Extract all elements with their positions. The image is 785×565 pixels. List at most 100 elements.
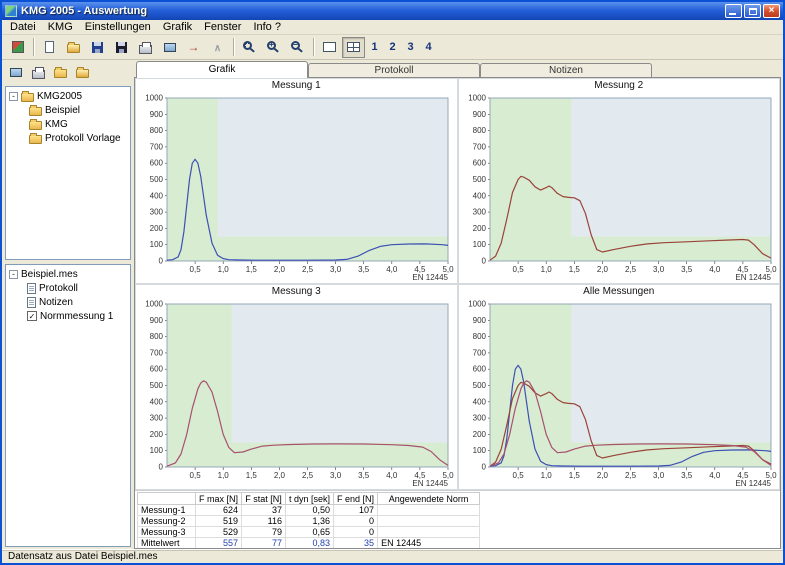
tree-item-normmessung-1[interactable]: ✓Normmessung 1: [7, 309, 129, 323]
svg-text:1,0: 1,0: [218, 471, 230, 480]
svg-text:500: 500: [472, 175, 486, 184]
tree-item-protokoll[interactable]: Protokoll: [7, 281, 129, 295]
svg-text:700: 700: [150, 142, 164, 151]
svg-text:700: 700: [150, 348, 164, 357]
folder-icon: [21, 93, 34, 102]
tree-item-beispiel[interactable]: Beispiel: [7, 103, 129, 117]
layout-single-button[interactable]: [318, 37, 341, 58]
folder-closed-button[interactable]: [50, 63, 70, 81]
file-open-button[interactable]: [62, 37, 85, 58]
table-cell: [378, 505, 480, 516]
svg-text:400: 400: [472, 191, 486, 200]
tree-item-kmg[interactable]: KMG: [7, 117, 129, 131]
svg-text:1000: 1000: [468, 94, 486, 103]
svg-text:4,0: 4,0: [709, 471, 721, 480]
table-header: F end [N]: [334, 493, 378, 505]
document-icon: [27, 283, 36, 294]
kmg-new-button[interactable]: [6, 37, 29, 58]
table-cell: EN 12445: [378, 538, 480, 549]
chart-plot: 010020030040050060070080090010000,51,01,…: [137, 93, 456, 282]
tab-grafik[interactable]: Grafik: [136, 61, 308, 78]
minimize-button[interactable]: [725, 4, 742, 18]
table-cell: 0,83: [286, 538, 334, 549]
save-button[interactable]: [86, 37, 109, 58]
menu-datei[interactable]: Datei: [4, 21, 42, 33]
checkbox-icon[interactable]: ✓: [27, 311, 37, 321]
folder-icon: [29, 121, 42, 130]
table-header: F stat [N]: [242, 493, 286, 505]
svg-text:EN 12445: EN 12445: [412, 273, 448, 282]
svg-text:2,5: 2,5: [624, 265, 636, 274]
table-cell: 557: [196, 538, 242, 549]
svg-text:1,0: 1,0: [540, 471, 552, 480]
tab-notizen[interactable]: Notizen: [480, 63, 652, 77]
save-all-button[interactable]: [110, 37, 133, 58]
table-header: Angewendete Norm: [378, 493, 480, 505]
menu-bar: DateiKMGEinstellungenGrafikFensterInfo ?: [2, 20, 783, 35]
layout-quad-button[interactable]: [342, 37, 365, 58]
svg-text:900: 900: [150, 316, 164, 325]
tree-expander-icon[interactable]: -: [9, 92, 18, 101]
print-preview-button[interactable]: [158, 37, 181, 58]
project-tree[interactable]: -KMG2005 BeispielKMGProtokoll Vorlage: [5, 86, 131, 260]
chart-plot: 010020030040050060070080090010000,51,01,…: [460, 299, 779, 488]
svg-text:700: 700: [472, 348, 486, 357]
svg-text:300: 300: [150, 414, 164, 423]
maximize-button[interactable]: [744, 4, 761, 18]
print-icon: [32, 70, 45, 79]
svg-text:200: 200: [150, 224, 164, 233]
table-cell: 37: [242, 505, 286, 516]
menu-info[interactable]: Info ?: [247, 21, 287, 33]
dataset-tree[interactable]: -Beispiel.mesProtokollNotizen✓Normmessun…: [5, 264, 131, 547]
title-bar[interactable]: KMG 2005 - Auswertung ×: [2, 2, 783, 20]
svg-text:300: 300: [472, 208, 486, 217]
preview-button[interactable]: [6, 63, 26, 81]
tree-item-kmg2005[interactable]: -KMG2005: [7, 89, 129, 103]
svg-text:EN 12445: EN 12445: [412, 479, 448, 488]
zoom-select-button[interactable]: [238, 37, 261, 58]
svg-text:2,5: 2,5: [302, 471, 314, 480]
tree-item-beispiel-mes[interactable]: -Beispiel.mes: [7, 267, 129, 281]
chart-panel-messung-1: Messung 1 010020030040050060070080090010…: [135, 78, 458, 284]
tree-expander-icon[interactable]: -: [9, 270, 18, 279]
tree-item-label: Beispiel: [45, 105, 80, 116]
view-4-button[interactable]: 4: [420, 37, 437, 58]
view-2-button[interactable]: 2: [384, 37, 401, 58]
view-3-button[interactable]: 3: [402, 37, 419, 58]
table-cell: 0: [334, 516, 378, 527]
menu-kmg[interactable]: KMG: [42, 21, 79, 33]
print-report-button[interactable]: [28, 63, 48, 81]
svg-text:1,0: 1,0: [540, 265, 552, 274]
status-text: Datensatz aus Datei Beispiel.mes: [8, 551, 158, 562]
table-row-messung-3: Messung-3529790,650: [138, 527, 480, 538]
tab-protokoll[interactable]: Protokoll: [308, 63, 480, 77]
view-1-button[interactable]: 1: [366, 37, 383, 58]
menu-einstellungen[interactable]: Einstellungen: [79, 21, 157, 33]
tree-item-protokoll-vorlage[interactable]: Protokoll Vorlage: [7, 131, 129, 145]
zoom-out-button[interactable]: [286, 37, 309, 58]
collapse-button[interactable]: [206, 37, 229, 58]
sidebar: -KMG2005 BeispielKMGProtokoll Vorlage -Be…: [2, 60, 133, 549]
svg-text:1,5: 1,5: [568, 471, 580, 480]
zoom-in-button[interactable]: [262, 37, 285, 58]
folder-open-icon: [67, 44, 80, 53]
folder-open-button[interactable]: [72, 63, 92, 81]
file-new-button[interactable]: [38, 37, 61, 58]
svg-text:500: 500: [150, 381, 164, 390]
print-button[interactable]: [134, 37, 157, 58]
chart-grid: Messung 1 010020030040050060070080090010…: [135, 78, 780, 490]
export-button[interactable]: [182, 37, 205, 58]
status-bar: Datensatz aus Datei Beispiel.mes: [2, 549, 783, 563]
svg-text:EN 12445: EN 12445: [735, 273, 771, 282]
svg-text:3,0: 3,0: [330, 471, 342, 480]
svg-text:900: 900: [150, 110, 164, 119]
pane1-icon: [323, 42, 336, 52]
table-row-mittelwert: Mittelwert557770,8335EN 12445: [138, 538, 480, 549]
row-label: Messung-2: [138, 516, 196, 527]
close-button[interactable]: ×: [763, 4, 780, 18]
menu-fenster[interactable]: Fenster: [198, 21, 247, 33]
tree-item-notizen[interactable]: Notizen: [7, 295, 129, 309]
sidebar-toolbar: [5, 62, 131, 82]
menu-grafik[interactable]: Grafik: [157, 21, 198, 33]
zoom-minus-icon: [291, 41, 300, 50]
